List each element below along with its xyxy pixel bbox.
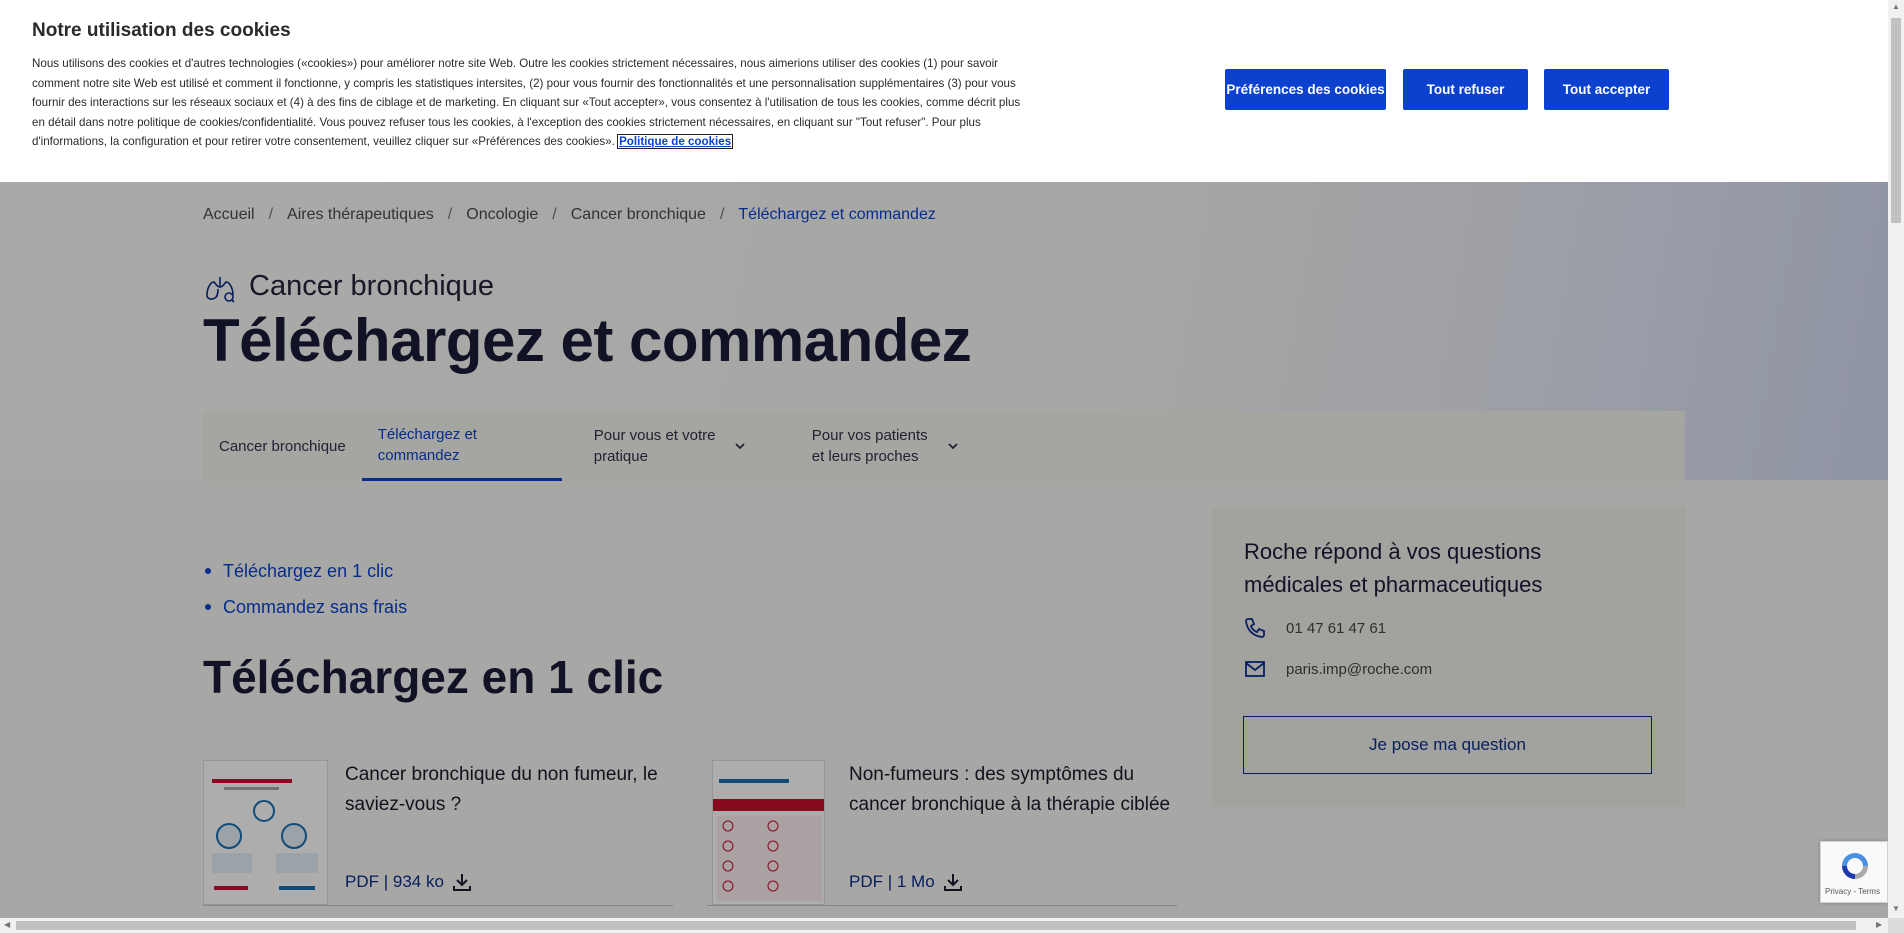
cookie-preferences-button[interactable]: Préférences des cookies [1225, 69, 1386, 110]
cookie-policy-link[interactable]: Politique de cookies [617, 134, 734, 149]
scroll-up-arrow-icon[interactable]: ▲ [1892, 2, 1900, 11]
vertical-scroll-thumb[interactable] [1891, 18, 1901, 223]
cookie-banner-text: Nous utilisons des cookies et d'autres t… [32, 54, 1032, 152]
horizontal-scroll-thumb[interactable] [16, 921, 1856, 930]
horizontal-scrollbar[interactable]: ◀ ▶ [0, 918, 1888, 933]
recaptcha-text[interactable]: Privacy - Terms [1825, 887, 1880, 896]
accept-all-button[interactable]: Tout accepter [1544, 69, 1669, 110]
scrollbar-corner [1888, 918, 1904, 933]
reject-all-button[interactable]: Tout refuser [1403, 69, 1528, 110]
vertical-scrollbar[interactable]: ▲ ▼ [1888, 0, 1904, 918]
recaptcha-badge[interactable]: Privacy - Terms [1820, 841, 1888, 903]
cookie-banner-title: Notre utilisation des cookies [32, 20, 291, 41]
cookie-description: Nous utilisons des cookies et d'autres t… [32, 57, 1021, 148]
cookie-banner: Notre utilisation des cookies Nous utili… [0, 0, 1888, 182]
scroll-left-arrow-icon[interactable]: ◀ [4, 920, 10, 929]
recaptcha-icon [1842, 853, 1868, 879]
scroll-down-arrow-icon[interactable]: ▼ [1892, 904, 1900, 913]
scroll-right-arrow-icon[interactable]: ▶ [1876, 920, 1882, 929]
